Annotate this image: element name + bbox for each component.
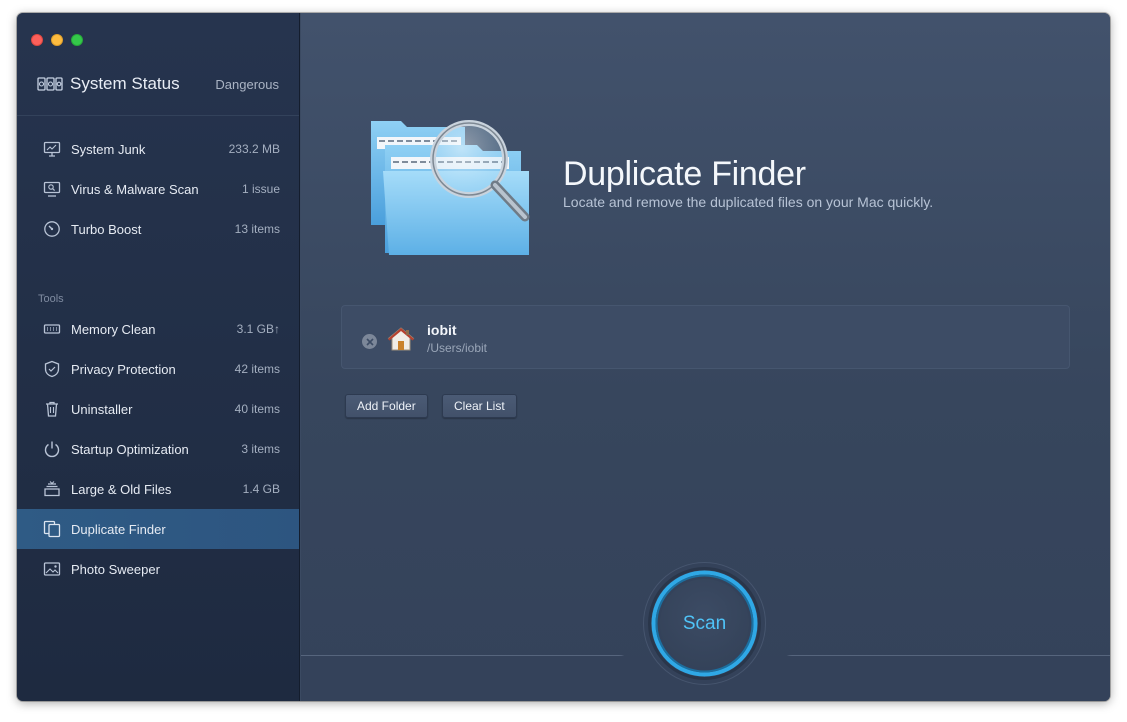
- sidebar-item-value: 1 issue: [241, 182, 280, 196]
- sidebar-item-memory-clean[interactable]: Memory Clean 3.1 GB↑: [17, 309, 299, 349]
- sidebar-item-value: 233.2 MB: [228, 142, 280, 156]
- magnifier-monitor-icon: [42, 179, 62, 199]
- system-status-value: Dangerous: [215, 76, 279, 92]
- shield-icon: [42, 359, 62, 379]
- close-icon: [365, 337, 374, 346]
- tools-list: Memory Clean 3.1 GB↑ Privacy Protection …: [17, 309, 299, 589]
- sidebar-item-privacy-protection[interactable]: Privacy Protection 42 items: [17, 349, 299, 389]
- sidebar-item-label: Turbo Boost: [71, 221, 142, 237]
- photo-icon: [42, 559, 62, 579]
- sidebar-item-large-old-files[interactable]: Large & Old Files 1.4 GB: [17, 469, 299, 509]
- memory-chip-icon: [42, 319, 62, 339]
- home-folder-icon: [387, 327, 415, 351]
- system-status-icon: [37, 77, 63, 91]
- speedometer-icon: [42, 219, 62, 239]
- sidebar-item-uninstaller[interactable]: Uninstaller 40 items: [17, 389, 299, 429]
- sidebar-item-startup-optimization[interactable]: Startup Optimization 3 items: [17, 429, 299, 469]
- duplicate-files-icon: [42, 519, 62, 539]
- scan-button[interactable]: Scan: [660, 579, 749, 668]
- sidebar-item-label: Virus & Malware Scan: [71, 181, 199, 197]
- folder-name: iobit: [427, 322, 457, 338]
- sidebar-item-virus-malware-scan[interactable]: Virus & Malware Scan 1 issue: [17, 169, 299, 209]
- minimize-window-button[interactable]: [51, 34, 63, 46]
- close-window-button[interactable]: [31, 34, 43, 46]
- system-status-row[interactable]: System Status Dangerous: [37, 73, 279, 95]
- duplicate-folders-magnifier-icon: [371, 120, 530, 255]
- monitor-icon: [42, 139, 62, 159]
- remove-folder-button[interactable]: [362, 334, 377, 349]
- sidebar-item-value: 3 items: [241, 442, 280, 456]
- file-stack-icon: [42, 479, 62, 499]
- main-panel: Duplicate Finder Locate and remove the d…: [301, 13, 1110, 701]
- sidebar-item-label: Duplicate Finder: [71, 521, 166, 537]
- page-subtitle: Locate and remove the duplicated files o…: [563, 194, 934, 210]
- clear-list-button[interactable]: Clear List: [442, 394, 517, 418]
- sidebar-item-label: System Junk: [71, 141, 146, 157]
- sidebar-item-duplicate-finder[interactable]: Duplicate Finder: [17, 509, 299, 549]
- sidebar-item-label: Startup Optimization: [71, 441, 189, 457]
- system-status-title: System Status: [70, 74, 180, 93]
- sidebar-item-value: 40 items: [234, 402, 280, 416]
- sidebar-item-value: 13 items: [234, 222, 280, 236]
- sidebar-item-label: Photo Sweeper: [71, 561, 160, 577]
- sidebar-item-system-junk[interactable]: System Junk 233.2 MB: [17, 129, 299, 169]
- page-title: Duplicate Finder: [563, 155, 806, 193]
- sidebar-item-value: 1.4 GB: [242, 482, 280, 496]
- app-window: System Status Dangerous System Junk 233.…: [17, 13, 1110, 701]
- sidebar-item-photo-sweeper[interactable]: Photo Sweeper: [17, 549, 299, 589]
- add-folder-button[interactable]: Add Folder: [345, 394, 428, 418]
- power-icon: [42, 439, 62, 459]
- sidebar-item-label: Memory Clean: [71, 321, 156, 337]
- sidebar: System Status Dangerous System Junk 233.…: [17, 13, 300, 701]
- window-controls: [31, 34, 83, 46]
- sidebar-item-label: Uninstaller: [71, 401, 133, 417]
- scan-items-list: System Junk 233.2 MB Virus & Malware Sca…: [17, 129, 299, 249]
- sidebar-divider: [17, 115, 299, 116]
- sidebar-item-value: 3.1 GB↑: [236, 322, 280, 336]
- scan-ring: Scan: [642, 561, 767, 686]
- folder-path: /Users/iobit: [427, 341, 488, 355]
- tools-section-label: Tools: [38, 293, 64, 305]
- sidebar-item-label: Large & Old Files: [71, 481, 172, 497]
- maximize-window-button[interactable]: [71, 34, 83, 46]
- sidebar-item-turbo-boost[interactable]: Turbo Boost 13 items: [17, 209, 299, 249]
- folder-list: iobit /Users/iobit: [341, 305, 1070, 369]
- trash-icon: [42, 399, 62, 419]
- sidebar-item-value: 42 items: [234, 362, 280, 376]
- sidebar-item-label: Privacy Protection: [71, 361, 176, 377]
